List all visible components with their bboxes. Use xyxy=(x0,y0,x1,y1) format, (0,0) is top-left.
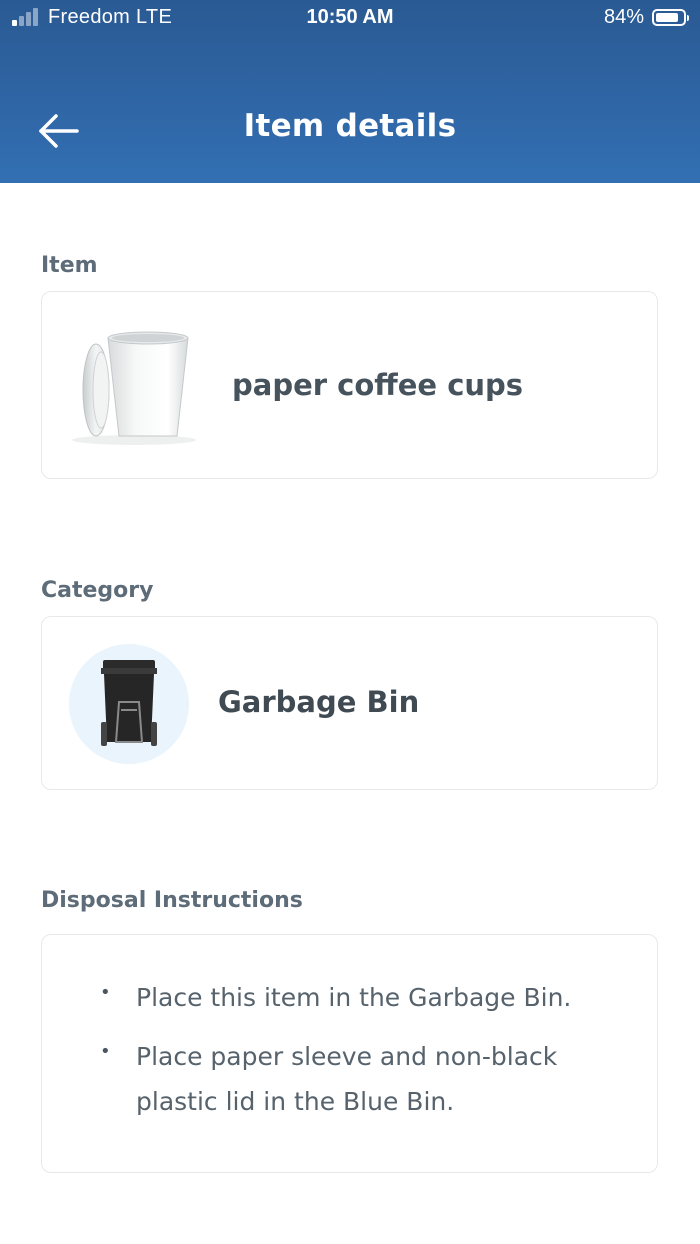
instruction-text: Place this item in the Garbage Bin. xyxy=(136,983,572,1012)
item-name: paper coffee cups xyxy=(232,368,524,402)
item-card: paper coffee cups xyxy=(41,291,658,479)
bullet-icon: • xyxy=(100,982,111,1003)
instructions-list: • Place this item in the Garbage Bin. • … xyxy=(92,975,612,1138)
category-section-label: Category xyxy=(41,578,154,603)
instruction-item: • Place this item in the Garbage Bin. xyxy=(92,975,612,1020)
paper-coffee-cup-icon xyxy=(68,326,200,446)
bullet-icon: • xyxy=(100,1041,111,1062)
category-card: Garbage Bin xyxy=(41,616,658,790)
battery-level xyxy=(656,13,678,22)
garbage-bin-icon xyxy=(101,660,157,746)
status-bar: Freedom LTE 10:50 AM 84% xyxy=(0,0,700,38)
page-title: Item details xyxy=(243,108,457,144)
instructions-card: • Place this item in the Garbage Bin. • … xyxy=(41,934,658,1173)
battery-percent: 84% xyxy=(603,6,644,28)
instructions-section-label: Disposal Instructions xyxy=(41,888,303,913)
app-header: Freedom LTE 10:50 AM 84% Item details xyxy=(0,0,700,183)
instruction-item: • Place paper sleeve and non-black plast… xyxy=(92,1034,612,1124)
battery-icon xyxy=(652,9,689,26)
status-time: 10:50 AM xyxy=(306,6,394,28)
item-section-label: Item xyxy=(41,253,98,278)
category-name: Garbage Bin xyxy=(218,685,420,719)
instruction-text: Place paper sleeve and non-black plastic… xyxy=(136,1042,558,1116)
category-icon-background xyxy=(69,644,189,764)
